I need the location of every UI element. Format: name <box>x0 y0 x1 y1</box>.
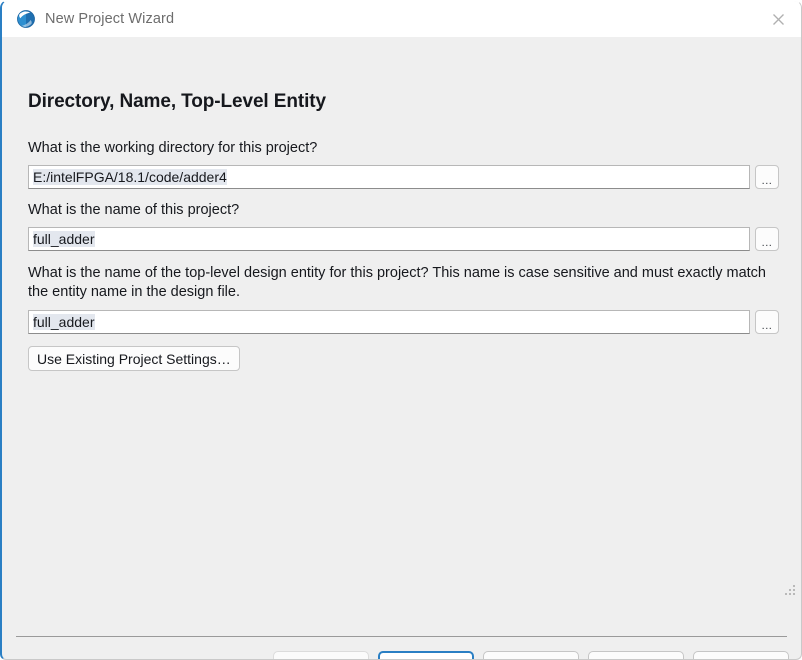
finish-button[interactable]: Finish <box>483 651 579 659</box>
working-directory-value: E:/intelFPGA/18.1/code/adder4 <box>33 169 227 185</box>
next-button[interactable]: Next > <box>378 651 474 659</box>
window-title: New Project Wizard <box>45 11 175 27</box>
close-icon <box>772 13 784 25</box>
page-title: Directory, Name, Top-Level Entity <box>28 91 326 112</box>
close-button[interactable] <box>755 1 801 37</box>
title-bar: New Project Wizard <box>2 1 801 37</box>
help-button[interactable]: Help <box>693 651 789 659</box>
project-name-input[interactable]: full_adder <box>28 227 750 251</box>
top-level-entity-input[interactable]: full_adder <box>28 310 750 334</box>
wizard-content: Directory, Name, Top-Level Entity What i… <box>2 37 801 659</box>
working-directory-browse-button[interactable]: ... <box>755 165 779 189</box>
project-name-browse-button[interactable]: ... <box>755 227 779 251</box>
working-directory-label: What is the working directory for this p… <box>28 140 318 156</box>
new-project-wizard-dialog: New Project Wizard Directory, Name, Top-… <box>0 0 802 660</box>
project-name-row: full_adder ... <box>28 227 779 251</box>
resize-grip[interactable] <box>785 585 797 597</box>
back-button[interactable]: < Back <box>273 651 369 659</box>
quartus-globe-icon <box>17 10 35 28</box>
cancel-button[interactable]: Cancel <box>588 651 684 659</box>
working-directory-row: E:/intelFPGA/18.1/code/adder4 ... <box>28 165 779 189</box>
working-directory-input[interactable]: E:/intelFPGA/18.1/code/adder4 <box>28 165 750 189</box>
top-level-entity-value: full_adder <box>33 314 95 330</box>
top-level-entity-browse-button[interactable]: ... <box>755 310 779 334</box>
footer-button-bar: < Back Next > Finish Cancel Help <box>2 649 801 659</box>
use-existing-project-settings-button[interactable]: Use Existing Project Settings… <box>28 346 240 371</box>
top-level-entity-label: What is the name of the top-level design… <box>28 265 766 300</box>
top-level-entity-row: full_adder ... <box>28 310 779 334</box>
project-name-label: What is the name of this project? <box>28 202 240 218</box>
footer-separator <box>16 636 787 637</box>
project-name-value: full_adder <box>33 231 95 247</box>
